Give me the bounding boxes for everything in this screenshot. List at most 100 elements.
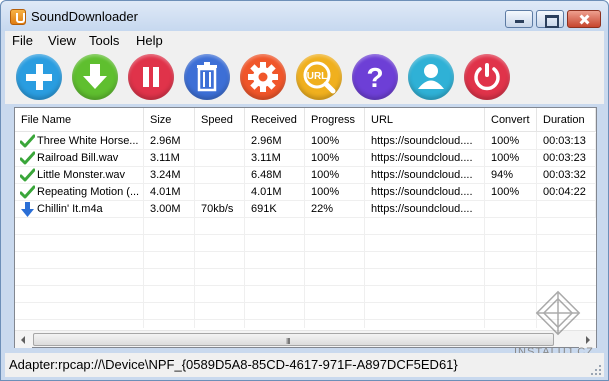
column-divider xyxy=(143,132,144,328)
cell-received: 6.48M xyxy=(245,167,305,184)
cell-duration: 00:03:23 xyxy=(537,150,596,167)
downloading-arrow-icon xyxy=(21,202,34,217)
cell-speed xyxy=(195,184,245,201)
cell-url: https://soundcloud.... xyxy=(365,150,485,167)
cell-received: 4.01M xyxy=(245,184,305,201)
table-row[interactable]: Railroad Bill.wav 3.11M 3.11M 100% https://s… xyxy=(15,150,596,167)
cell-duration: 00:03:32 xyxy=(537,167,596,184)
cell-duration: 00:04:22 xyxy=(537,184,596,201)
download-button[interactable] xyxy=(72,54,118,100)
title-bar[interactable]: SoundDownloader xyxy=(1,1,608,31)
cell-size: 3.24M xyxy=(144,167,195,184)
empty-row xyxy=(15,218,596,235)
cell-url: https://soundcloud.... xyxy=(365,133,485,150)
cell-speed xyxy=(195,133,245,150)
checkmark-icon xyxy=(20,185,35,199)
cell-speed: 70kb/s xyxy=(195,201,245,218)
cell-progress: 100% xyxy=(305,150,365,167)
menu-bar: File View Tools Help xyxy=(5,31,604,50)
help-icon: ? xyxy=(366,62,383,93)
empty-row xyxy=(15,303,596,320)
table-row[interactable]: Little Monster.wav 3.24M 6.48M 100% https://… xyxy=(15,167,596,184)
watermark-logo xyxy=(535,290,581,336)
column-progress[interactable]: Progress xyxy=(305,108,365,132)
maximize-button[interactable] xyxy=(536,10,564,28)
cell-speed xyxy=(195,150,245,167)
column-url[interactable]: URL xyxy=(365,108,485,132)
column-file-name[interactable]: File Name xyxy=(15,108,144,132)
column-divider xyxy=(304,132,305,328)
exit-button[interactable] xyxy=(464,54,510,100)
column-convert[interactable]: Convert xyxy=(485,108,537,132)
empty-row xyxy=(15,252,596,269)
cell-convert: 100% xyxy=(485,133,537,150)
status-bar: Adapter:rpcap://\Device\NPF_{0589D5A8-85… xyxy=(5,353,604,377)
column-divider xyxy=(484,132,485,328)
checkmark-icon xyxy=(20,168,35,182)
app-window: SoundDownloader File View Tools Help URL… xyxy=(0,0,609,381)
download-list[interactable]: File Name Size Speed Received Progress U… xyxy=(14,107,597,348)
column-size[interactable]: Size xyxy=(144,108,195,132)
list-header: File Name Size Speed Received Progress U… xyxy=(15,108,596,132)
cell-duration xyxy=(537,201,596,218)
user-icon xyxy=(418,64,444,89)
horizontal-scrollbar[interactable]: III xyxy=(15,330,596,348)
menu-tools[interactable]: Tools xyxy=(89,33,119,48)
cell-convert: 100% xyxy=(485,184,537,201)
cell-progress: 100% xyxy=(305,167,365,184)
account-button[interactable] xyxy=(408,54,454,100)
table-row[interactable]: Repeating Motion (... 4.01M 4.01M 100% https… xyxy=(15,184,596,201)
download-arrow-icon xyxy=(83,64,107,89)
cell-received: 2.96M xyxy=(245,133,305,150)
pause-icon xyxy=(143,67,159,87)
cell-url: https://soundcloud.... xyxy=(365,167,485,184)
cell-speed xyxy=(195,167,245,184)
cell-progress: 100% xyxy=(305,184,365,201)
column-divider xyxy=(364,132,365,328)
cell-received: 691K xyxy=(245,201,305,218)
cell-size: 4.01M xyxy=(144,184,195,201)
menu-help[interactable]: Help xyxy=(136,33,163,48)
scroll-left-button[interactable] xyxy=(15,331,32,348)
table-row[interactable]: Chillin' It.m4a 3.00M 70kb/s 691K 22% https:/… xyxy=(15,201,596,218)
scroll-thumb[interactable]: III xyxy=(33,333,554,346)
empty-row xyxy=(15,286,596,303)
column-divider xyxy=(194,132,195,328)
power-icon xyxy=(474,63,500,91)
close-button[interactable] xyxy=(567,10,601,28)
cell-convert xyxy=(485,201,537,218)
add-button[interactable] xyxy=(16,54,62,100)
minimize-button[interactable] xyxy=(505,10,533,28)
empty-row xyxy=(15,235,596,252)
settings-button[interactable] xyxy=(240,54,286,100)
resize-grip-icon[interactable] xyxy=(591,365,603,377)
cell-progress: 100% xyxy=(305,133,365,150)
column-received[interactable]: Received xyxy=(245,108,305,132)
cell-url: https://soundcloud.... xyxy=(365,201,485,218)
table-row[interactable]: Three White Horse... 2.96M 2.96M 100% https:… xyxy=(15,133,596,150)
help-button[interactable]: ? xyxy=(352,54,398,100)
url-label: URL xyxy=(307,71,328,82)
plus-icon xyxy=(26,64,52,90)
cell-size: 3.11M xyxy=(144,150,195,167)
column-divider xyxy=(244,132,245,328)
column-duration[interactable]: Duration xyxy=(537,108,596,132)
cell-size: 3.00M xyxy=(144,201,195,218)
cell-convert: 94% xyxy=(485,167,537,184)
url-search-button[interactable]: URL xyxy=(296,54,342,100)
toolbar: URL ? xyxy=(5,50,604,104)
cell-received: 3.11M xyxy=(245,150,305,167)
checkmark-icon xyxy=(20,151,35,165)
checkmark-icon xyxy=(20,134,35,148)
cell-progress: 22% xyxy=(305,201,365,218)
cell-url: https://soundcloud.... xyxy=(365,184,485,201)
delete-button[interactable] xyxy=(184,54,230,100)
column-speed[interactable]: Speed xyxy=(195,108,245,132)
app-logo-icon xyxy=(10,9,26,25)
pause-button[interactable] xyxy=(128,54,174,100)
gear-icon xyxy=(248,62,278,92)
menu-file[interactable]: File xyxy=(12,33,33,48)
cell-convert: 100% xyxy=(485,150,537,167)
menu-view[interactable]: View xyxy=(48,33,76,48)
window-title: SoundDownloader xyxy=(31,9,138,24)
